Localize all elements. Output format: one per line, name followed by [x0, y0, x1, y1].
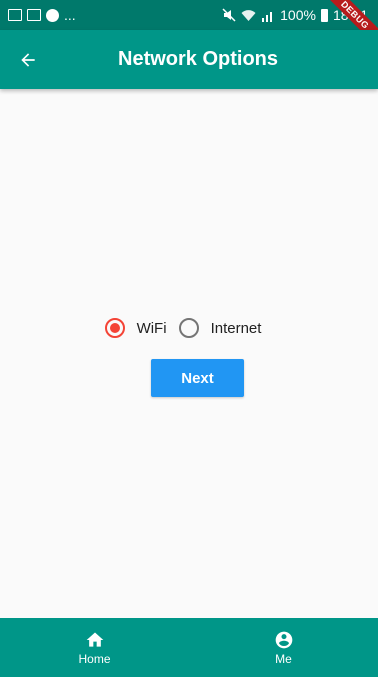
nav-label-home: Home: [78, 651, 111, 666]
app-bar: Network Options: [0, 30, 378, 89]
main-content: WiFi Internet Next: [0, 89, 378, 618]
radio-option-internet[interactable]: Internet: [178, 318, 274, 338]
radio-option-wifi[interactable]: WiFi: [104, 318, 179, 338]
battery-icon: [320, 8, 328, 22]
signal-icon: [262, 11, 273, 22]
gallery-notification-icon: [8, 9, 22, 21]
next-button[interactable]: Next: [151, 359, 244, 397]
account-circle-icon: [275, 631, 292, 648]
mute-icon: [222, 8, 236, 22]
battery-percentage: 100%: [280, 7, 316, 23]
page-title: Network Options: [118, 48, 279, 70]
radio-selected-dot: [109, 323, 120, 333]
arrow-back-icon: [21, 52, 35, 67]
status-bar: ... 100% 18:41 DEBUG: [0, 0, 378, 52]
nav-label-me: Me: [275, 651, 292, 666]
wifi-icon: [241, 9, 256, 21]
wifi-radio-button[interactable]: [104, 318, 125, 338]
internet-radio-label: Internet: [210, 319, 262, 337]
nav-item-me[interactable]: Me: [189, 618, 378, 677]
home-icon: [86, 632, 103, 647]
internet-radio-button[interactable]: [178, 318, 199, 338]
bottom-navigation: Home Me: [0, 618, 378, 677]
nav-item-home[interactable]: Home: [0, 618, 189, 677]
app-notification-icon: [46, 8, 59, 22]
more-notifications-ellipsis: ...: [64, 7, 76, 23]
wifi-radio-label: WiFi: [136, 319, 167, 337]
back-button[interactable]: [0, 30, 56, 89]
card-notification-icon: [27, 9, 41, 21]
status-bar-left: ...: [8, 7, 76, 23]
network-radio-group: WiFi Internet: [0, 314, 378, 342]
